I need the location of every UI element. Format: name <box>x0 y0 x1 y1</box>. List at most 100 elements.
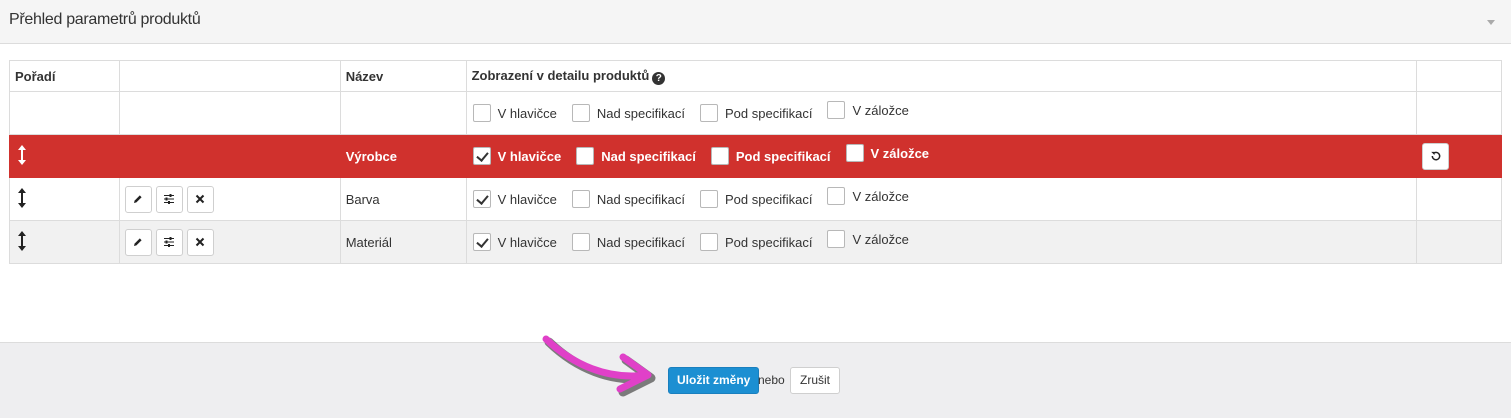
filter-option-above-spec[interactable]: Nad specifikací <box>571 104 685 122</box>
checkbox[interactable] <box>827 187 846 205</box>
cancel-button[interactable]: Zrušit <box>790 367 840 394</box>
parameter-name: Výrobce <box>339 134 467 178</box>
option-header[interactable]: V hlavičce <box>472 233 557 251</box>
table-row: Barva V hlavičce Nad specifikací Pod spe… <box>9 177 1502 221</box>
checkbox[interactable] <box>571 233 590 251</box>
option-above-spec[interactable]: Nad specifikací <box>571 233 685 251</box>
option-tab[interactable]: V záložce <box>826 187 909 205</box>
option-header[interactable]: V hlavičce <box>472 190 557 208</box>
option-label: V záložce <box>852 102 909 118</box>
close-x-icon <box>196 194 205 204</box>
option-below-spec[interactable]: Pod specifikací <box>699 233 812 251</box>
option-label: Nad specifikací <box>596 105 685 121</box>
option-label: V hlavičce <box>497 191 557 207</box>
filter-extra-cell <box>1416 91 1502 135</box>
annotation-arrow-icon <box>542 335 656 397</box>
checkbox[interactable] <box>845 144 864 162</box>
checkbox[interactable] <box>571 104 590 122</box>
save-button[interactable]: Uložit změny <box>668 367 760 394</box>
checkbox[interactable] <box>710 147 729 165</box>
panel-header[interactable]: Přehled parametrů produktů <box>0 0 1511 44</box>
option-label: V záložce <box>870 145 930 161</box>
delete-button[interactable] <box>186 185 214 213</box>
undo-icon <box>1430 151 1440 161</box>
extra-cell <box>1416 177 1502 221</box>
table-row: Výrobce V hlavičce Nad specifikací Pod s… <box>9 134 1502 178</box>
option-label: Nad specifikací <box>601 148 696 164</box>
settings-button[interactable] <box>155 228 183 256</box>
vertical-resize-arrow-icon[interactable] <box>17 144 27 169</box>
parameter-name: Materiál <box>339 220 467 264</box>
checkbox[interactable] <box>472 104 491 122</box>
header-order[interactable]: Pořadí <box>9 60 120 92</box>
close-x-icon <box>196 237 205 247</box>
filter-option-tab[interactable]: V záložce <box>826 101 909 119</box>
delete-button[interactable] <box>186 228 214 256</box>
extra-cell <box>1416 220 1502 264</box>
actions-cell <box>118 220 341 264</box>
option-label: Pod specifikací <box>725 234 813 250</box>
option-label: Pod specifikací <box>725 191 813 207</box>
vertical-resize-arrow-icon[interactable] <box>17 230 27 255</box>
option-label: V hlavičce <box>497 105 557 121</box>
actions-cell <box>118 134 341 178</box>
option-label: Nad specifikací <box>596 234 685 250</box>
question-circle-icon[interactable]: ? <box>652 71 666 85</box>
display-options: V hlavičce Nad specifikací Pod specifika… <box>472 230 1411 251</box>
option-label: V hlavičce <box>497 148 562 164</box>
filter-options: V hlavičce Nad specifikací Pod specifika… <box>472 101 1411 122</box>
checkbox[interactable] <box>700 233 718 251</box>
edit-button[interactable] <box>124 185 152 213</box>
filter-option-header[interactable]: V hlavičce <box>472 104 557 122</box>
option-label: Nad specifikací <box>596 191 685 207</box>
filter-name-cell <box>339 91 467 135</box>
option-below-spec[interactable]: Pod specifikací <box>710 147 831 165</box>
edit-button[interactable] <box>124 228 152 256</box>
filter-order-cell <box>9 91 120 135</box>
pencil-icon <box>134 195 143 203</box>
order-cell <box>9 220 120 264</box>
option-label: Pod specifikací <box>725 105 813 121</box>
table-header-row: Pořadí Název Zobrazení v detailu produkt… <box>9 60 1502 92</box>
option-above-spec[interactable]: Nad specifikací <box>575 147 696 165</box>
checkbox[interactable] <box>827 230 846 248</box>
extra-cell <box>1416 134 1502 178</box>
pencil-icon <box>134 238 143 246</box>
settings-button[interactable] <box>155 185 183 213</box>
option-above-spec[interactable]: Nad specifikací <box>571 190 685 208</box>
header-display-label: Zobrazení v detailu produktů <box>471 67 650 83</box>
panel-title: Přehled parametrů produktů <box>9 11 201 28</box>
page: Přehled parametrů produktů Pořadí Název … <box>0 0 1511 418</box>
display-options: V hlavičce Nad specifikací Pod specifika… <box>472 187 1411 208</box>
checkbox[interactable] <box>700 190 718 208</box>
checkbox-checked[interactable] <box>472 233 491 251</box>
display-cell: V hlavičce Nad specifikací Pod specifika… <box>465 177 1418 221</box>
actions-cell <box>118 177 341 221</box>
checkbox-checked[interactable] <box>472 147 491 165</box>
filter-option-below-spec[interactable]: Pod specifikací <box>699 104 812 122</box>
checkbox[interactable] <box>576 147 595 165</box>
checkbox-checked[interactable] <box>472 190 491 208</box>
form-footer: Uložit změny nebo Zrušit <box>0 342 1511 418</box>
restore-button[interactable] <box>1422 142 1450 170</box>
header-extra <box>1416 60 1502 92</box>
display-options: V hlavičce Nad specifikací Pod specifika… <box>472 144 1411 165</box>
option-label: V záložce <box>852 231 909 247</box>
table-row: Materiál V hlavičce Nad specifikací Pod … <box>9 220 1502 264</box>
option-label: V záložce <box>852 188 909 204</box>
vertical-resize-arrow-icon[interactable] <box>17 187 27 212</box>
checkbox[interactable] <box>827 101 846 119</box>
sliders-icon <box>164 194 175 204</box>
option-tab[interactable]: V záložce <box>826 230 909 248</box>
option-tab[interactable]: V záložce <box>845 144 930 162</box>
display-cell: V hlavičce Nad specifikací Pod specifika… <box>465 220 1418 264</box>
sliders-icon <box>164 237 175 247</box>
option-below-spec[interactable]: Pod specifikací <box>699 190 812 208</box>
header-name[interactable]: Název <box>339 60 467 92</box>
checkbox[interactable] <box>571 190 590 208</box>
option-label: Pod specifikací <box>735 148 831 164</box>
checkbox[interactable] <box>700 104 718 122</box>
option-header[interactable]: V hlavičce <box>472 147 562 165</box>
filter-row: V hlavičce Nad specifikací Pod specifika… <box>9 91 1502 135</box>
caret-down-icon[interactable] <box>1487 20 1495 25</box>
